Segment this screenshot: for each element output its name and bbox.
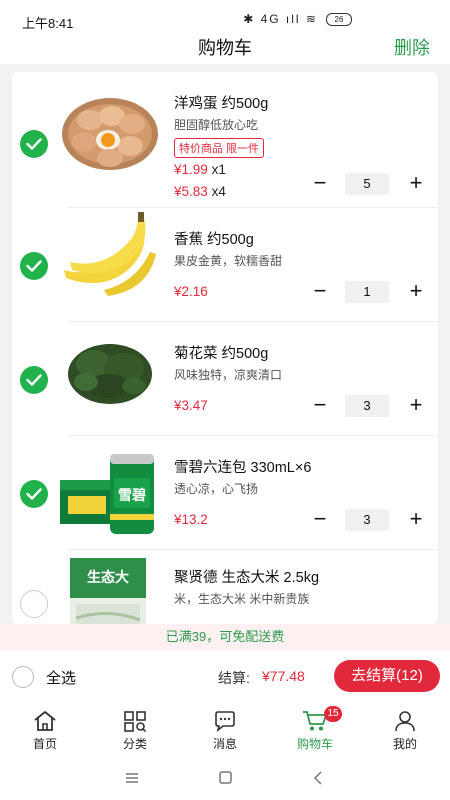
bananas-image: [64, 212, 156, 296]
promo-tag: 特价商品 限一件: [174, 138, 265, 158]
tab-label: 首页: [32, 737, 57, 751]
checkmark-icon: [26, 260, 42, 272]
item-price: ¥3.47: [174, 398, 208, 413]
total-label: 结算:: [218, 670, 250, 686]
item-name: 洋鸡蛋 约500g: [174, 96, 269, 112]
quantity-stepper[interactable]: − 3 +: [308, 508, 428, 532]
status-signal-icons: ✱ 4G ıll ≋: [243, 12, 318, 26]
rice-brand-text: 生态大: [87, 569, 129, 586]
item-name: 菊花菜 约500g: [174, 346, 269, 362]
cart-badge: 15: [324, 706, 342, 722]
tab-label: 购物车: [296, 737, 333, 751]
home-icon: [34, 711, 56, 731]
item-checkbox-unchecked[interactable]: [20, 590, 48, 618]
regular-price: ¥5.83: [174, 184, 208, 199]
page-header: 购物车 删除: [0, 30, 450, 62]
rice-bag-image: 生态大: [70, 558, 146, 624]
message-icon: [215, 711, 235, 732]
quantity-value[interactable]: 3: [345, 509, 389, 531]
item-description: 米，生态大米 米中新贵族: [174, 592, 310, 606]
item-price: ¥2.16: [174, 284, 208, 299]
select-all-checkbox[interactable]: [12, 666, 34, 688]
decrease-button[interactable]: −: [308, 172, 332, 196]
cart-item-greens[interactable]: 菊花菜 约500g 风味独特，凉爽清口 ¥3.47 − 3 +: [12, 322, 438, 436]
item-description: 胆固醇低放心吃: [174, 118, 259, 132]
tab-category[interactable]: 分类: [100, 710, 170, 756]
item-price: ¥13.2: [174, 512, 208, 527]
quantity-value[interactable]: 5: [345, 173, 389, 195]
checkout-bar: 全选 结算: ¥77.48 去结算(12): [0, 650, 450, 702]
item-description: 透心凉，心飞扬: [174, 482, 259, 496]
eggs-basket-image: [62, 98, 158, 170]
increase-button[interactable]: +: [404, 508, 428, 532]
total-value: ¥77.48: [262, 668, 305, 684]
bottom-tab-bar: 首页 分类 消息 15 购物车 我的: [0, 704, 450, 758]
tab-profile[interactable]: 我的: [370, 710, 440, 756]
system-nav-bar: [0, 758, 450, 800]
item-checkbox-checked[interactable]: [20, 366, 48, 394]
decrease-button[interactable]: −: [308, 394, 332, 418]
back-icon[interactable]: [306, 768, 330, 788]
free-shipping-notice: 已满39，可免配送费: [0, 624, 450, 650]
item-name: 雪碧六连包 330mL×6: [174, 460, 312, 476]
decrease-button[interactable]: −: [308, 280, 332, 304]
decrease-button[interactable]: −: [308, 508, 332, 532]
greens-image: [68, 344, 152, 404]
home-square-icon[interactable]: [213, 768, 237, 788]
item-checkbox-checked[interactable]: [20, 130, 48, 158]
page-title: 购物车: [198, 38, 252, 58]
quantity-stepper[interactable]: − 3 +: [308, 394, 428, 418]
checkmark-icon: [26, 374, 42, 386]
sprite-brand-text: 雪碧: [118, 487, 146, 504]
tab-label: 分类: [122, 737, 147, 751]
increase-button[interactable]: +: [404, 172, 428, 196]
tab-home[interactable]: 首页: [10, 710, 80, 756]
regular-quantity: x4: [211, 184, 226, 199]
increase-button[interactable]: +: [404, 280, 428, 304]
item-price-special: ¥1.99 x1: [174, 162, 226, 177]
special-quantity: x1: [211, 162, 226, 177]
tab-label: 消息: [212, 737, 237, 751]
tab-cart[interactable]: 15 购物车: [280, 706, 350, 756]
checkout-button[interactable]: 去结算(12): [334, 660, 440, 692]
menu-icon[interactable]: [120, 768, 144, 788]
quantity-stepper[interactable]: − 5 +: [308, 172, 428, 196]
item-description: 风味独特，凉爽清口: [174, 368, 283, 382]
quantity-value[interactable]: 1: [345, 281, 389, 303]
battery-icon: 26: [326, 13, 352, 26]
item-price-regular: ¥5.83 x4: [174, 184, 226, 199]
category-icon: [124, 711, 147, 732]
checkmark-icon: [26, 138, 42, 150]
item-checkbox-checked[interactable]: [20, 252, 48, 280]
tab-label: 我的: [392, 737, 417, 751]
cart-item-sprite[interactable]: 雪碧 雪碧六连包 330mL×6 透心凉，心飞扬 ¥13.2 − 3 +: [12, 436, 438, 550]
tab-messages[interactable]: 消息: [190, 710, 260, 756]
quantity-value[interactable]: 3: [345, 395, 389, 417]
special-price: ¥1.99: [174, 162, 208, 177]
item-checkbox-checked[interactable]: [20, 480, 48, 508]
item-description: 果皮金黄，软糯香甜: [174, 254, 283, 268]
profile-icon: [395, 711, 415, 732]
cart-item-rice[interactable]: 生态大 聚贤德 生态大米 2.5kg 米，生态大米 米中新贵族: [12, 550, 438, 624]
cart-item-eggs[interactable]: 洋鸡蛋 约500g 胆固醇低放心吃 特价商品 限一件 ¥1.99 x1 ¥5.8…: [12, 72, 438, 199]
select-all-label[interactable]: 全选: [46, 667, 76, 688]
sprite-pack-image: 雪碧: [60, 454, 154, 534]
cart-item-bananas[interactable]: 香蕉 约500g 果皮金黄，软糯香甜 ¥2.16 − 1 +: [12, 208, 438, 322]
delete-button[interactable]: 删除: [394, 34, 430, 60]
item-name: 聚贤德 生态大米 2.5kg: [174, 570, 320, 586]
cart-list[interactable]: 洋鸡蛋 约500g 胆固醇低放心吃 特价商品 限一件 ¥1.99 x1 ¥5.8…: [12, 72, 438, 624]
quantity-stepper[interactable]: − 1 +: [308, 280, 428, 304]
checkmark-icon: [26, 488, 42, 500]
item-name: 香蕉 约500g: [174, 232, 254, 248]
increase-button[interactable]: +: [404, 394, 428, 418]
